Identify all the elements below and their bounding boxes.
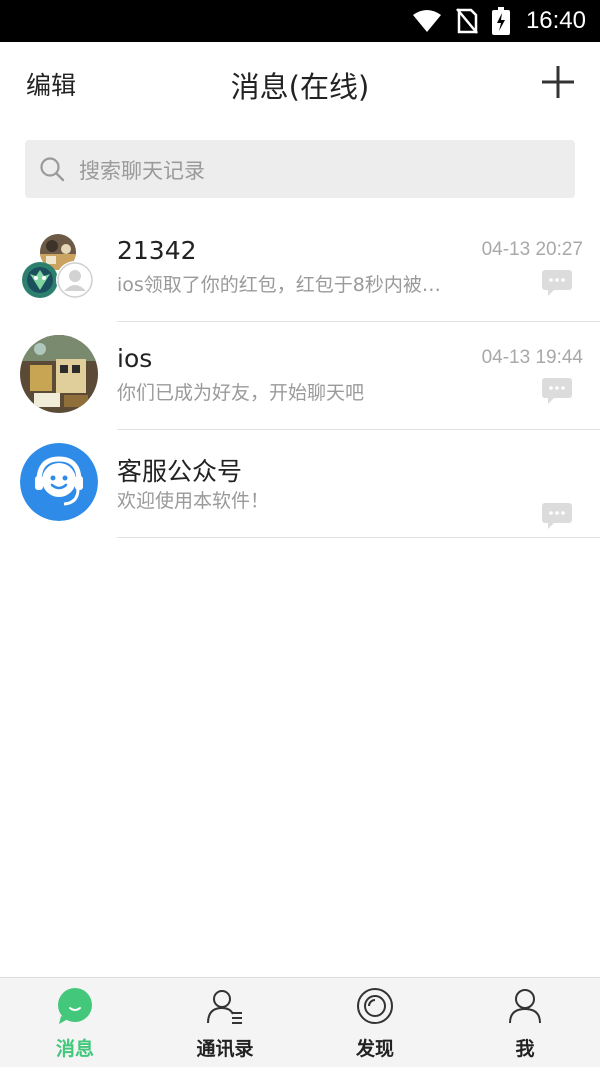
message-bubble-icon	[542, 503, 572, 529]
status-time: 16:40	[525, 7, 586, 34]
status-icons	[412, 7, 510, 35]
photo-avatar	[20, 335, 98, 413]
member-avatar	[22, 262, 58, 298]
search-input[interactable]: 搜索聊天记录	[25, 140, 575, 198]
message-bubble-icon	[542, 270, 572, 296]
no-sim-icon	[456, 8, 478, 34]
chat-preview: ios领取了你的红包，红包于8秒内被…	[117, 274, 441, 296]
edit-button[interactable]: 编辑	[26, 66, 76, 102]
message-bubble-icon	[542, 378, 572, 404]
add-button[interactable]	[540, 64, 576, 100]
default-user-avatar	[56, 261, 94, 299]
tab-contacts[interactable]: 通讯录	[150, 978, 300, 1067]
plus-icon	[542, 66, 574, 98]
chat-list: 21342 ios领取了你的红包，红包于8秒内被… 04-13 20:27 io…	[0, 214, 600, 538]
page-title: 消息(在线)	[230, 70, 370, 104]
bottom-tab-bar: 消息 通讯录 发现 我	[0, 977, 600, 1067]
header: 编辑 消息(在线)	[0, 42, 600, 126]
wifi-icon	[413, 10, 441, 32]
search-icon	[40, 157, 65, 182]
battery-charging-icon	[492, 7, 510, 35]
tab-label: 我	[515, 1038, 535, 1060]
chat-preview: 欢迎使用本软件！	[117, 490, 270, 512]
group-avatar	[22, 234, 94, 299]
tab-label: 发现	[355, 1038, 394, 1060]
tab-discover[interactable]: 发现	[300, 978, 450, 1067]
chat-bubble-icon	[58, 988, 92, 1024]
chat-item[interactable]: ios 你们已成为好友，开始聊天吧 04-13 19:44	[0, 322, 600, 430]
divider	[117, 537, 600, 538]
chat-name: ios	[117, 344, 153, 373]
profile-icon	[509, 989, 541, 1024]
status-bar: 16:40	[0, 0, 600, 42]
chat-item[interactable]: 客服公众号 欢迎使用本软件！	[0, 430, 600, 538]
chat-item[interactable]: 21342 ios领取了你的红包，红包于8秒内被… 04-13 20:27	[0, 214, 600, 322]
chat-name: 21342	[117, 236, 197, 265]
tab-messages[interactable]: 消息	[0, 978, 150, 1067]
tab-label: 通讯录	[196, 1038, 254, 1060]
tab-me[interactable]: 我	[450, 978, 600, 1067]
customer-service-avatar	[20, 443, 98, 521]
search-placeholder: 搜索聊天记录	[79, 159, 205, 183]
chat-time: 04-13 19:44	[481, 347, 583, 368]
tab-label: 消息	[55, 1038, 94, 1060]
chat-name: 客服公众号	[117, 457, 243, 486]
chat-time: 04-13 20:27	[481, 239, 583, 260]
discover-icon	[357, 988, 393, 1024]
contacts-icon	[207, 990, 242, 1024]
chat-preview: 你们已成为好友，开始聊天吧	[117, 382, 365, 404]
